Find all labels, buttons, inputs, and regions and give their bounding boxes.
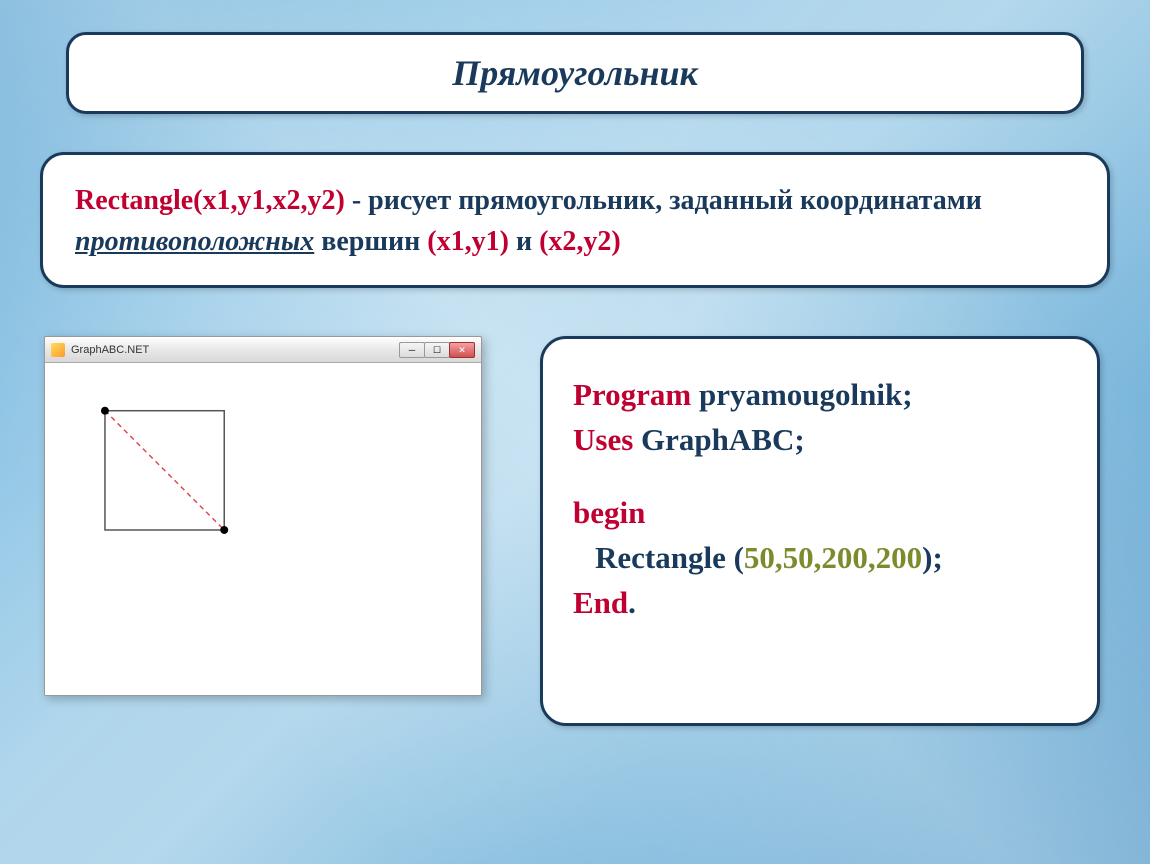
point-bottom-right [220,526,228,534]
coord2: (х2,у2) [539,226,621,257]
description-text: Rectangle(х1,у1,х2,у2) - рисует прямоуго… [75,181,1075,262]
paren-close: ); [922,540,943,575]
desc-part2: вершин [314,226,427,257]
window-title: GraphABC.NET [71,344,400,356]
id-module: GraphABC; [633,422,804,457]
kw-program: Program [573,377,691,412]
code-line-5: End. [573,581,1067,626]
code-line-4: Rectangle (50,50,200,200); [573,536,1067,581]
window-content [45,363,481,695]
page-title: Прямоугольник [452,52,698,94]
desc-part1: рисует прямоугольник, заданный координат… [368,185,982,216]
minimize-button[interactable]: ─ [399,342,425,358]
desc-and: и [509,226,539,257]
app-icon [51,343,65,357]
description-box: Rectangle(х1,у1,х2,у2) - рисует прямоуго… [40,152,1110,288]
drawing-canvas [45,363,481,695]
code-box: Program pryamougolnik; Uses GraphABC; be… [540,336,1100,726]
window-titlebar: GraphABC.NET ─ ☐ ✕ [45,337,481,363]
diagonal-line [105,411,224,530]
maximize-button[interactable]: ☐ [424,342,450,358]
desc-italic: противоположных [75,226,314,257]
coord1: (х1,у1) [427,226,509,257]
close-button[interactable]: ✕ [449,342,475,358]
id-prgname: pryamougolnik; [691,377,912,412]
code-spacer [573,463,1067,491]
point-top-left [101,407,109,415]
kw-end: End [573,585,628,620]
kw-begin: begin [573,495,645,530]
numbers: 50,50,200,200 [744,540,922,575]
window-buttons: ─ ☐ ✕ [400,342,475,358]
code-line-1: Program pryamougolnik; [573,373,1067,418]
desc-dash: - [345,185,368,216]
paren-open: ( [734,540,744,575]
syntax-signature: Rectangle(х1,у1,х2,у2) [75,185,345,216]
id-rectangle: Rectangle [595,540,734,575]
end-dot: . [628,585,636,620]
app-window: GraphABC.NET ─ ☐ ✕ [44,336,482,696]
title-box: Прямоугольник [66,32,1084,114]
code-line-3: begin [573,491,1067,536]
code-line-2: Uses GraphABC; [573,418,1067,463]
kw-uses: Uses [573,422,633,457]
